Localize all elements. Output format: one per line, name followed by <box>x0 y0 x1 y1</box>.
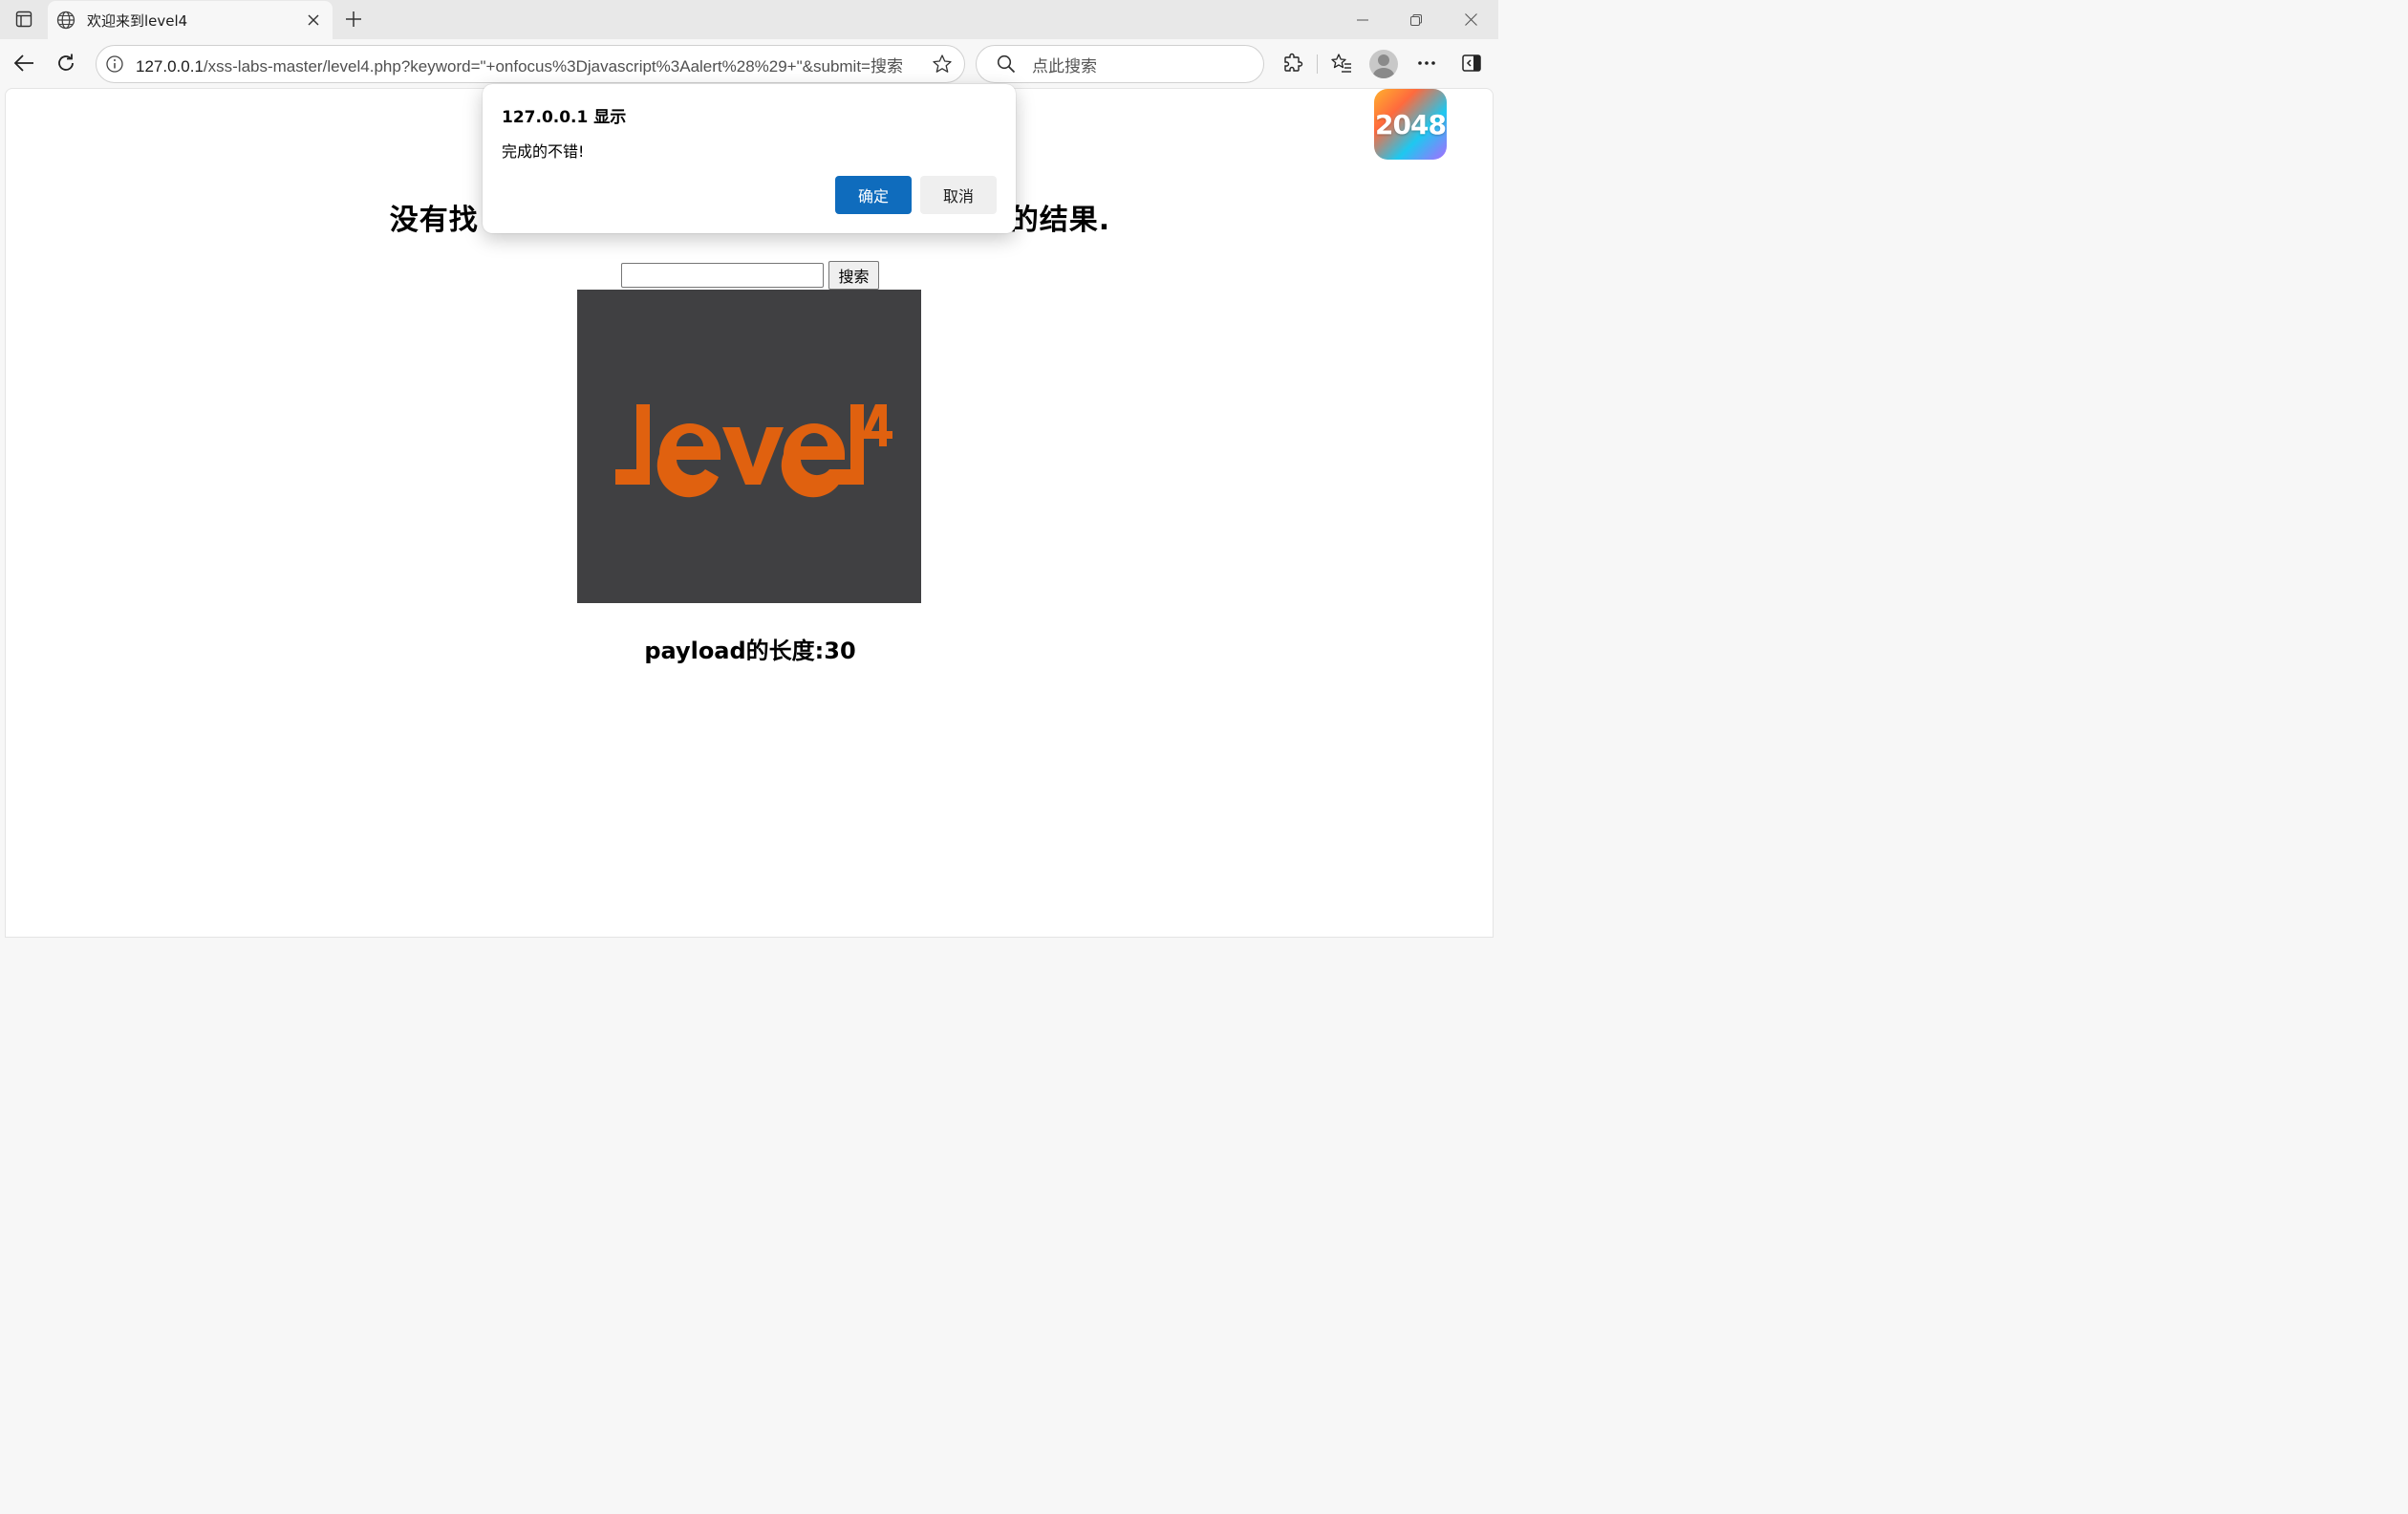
close-tab-icon[interactable] <box>302 9 325 32</box>
close-window-button[interactable] <box>1444 0 1497 39</box>
search-placeholder: 点此搜索 <box>1032 56 1097 76</box>
level4-logo-image: level <box>577 290 921 603</box>
restore-button[interactable] <box>1389 0 1443 39</box>
favorites-button[interactable] <box>1325 47 1358 79</box>
close-window-icon <box>1464 13 1477 26</box>
tab-strip: 欢迎来到level4 <box>0 0 1498 39</box>
tab-actions-icon <box>15 11 32 28</box>
tab-actions-button[interactable] <box>8 6 40 32</box>
minimize-button[interactable] <box>1336 0 1389 39</box>
tab-title: 欢迎来到level4 <box>87 11 188 30</box>
globe-icon <box>56 11 75 30</box>
dialog-message: 完成的不错! <box>502 142 585 161</box>
restore-icon <box>1410 13 1422 26</box>
refresh-button[interactable] <box>50 47 82 79</box>
puzzle-icon <box>1284 53 1303 72</box>
plus-icon <box>346 11 361 27</box>
dialog-title: 127.0.0.1 显示 <box>502 108 627 127</box>
submit-search-button[interactable]: 搜索 <box>828 261 879 290</box>
back-button[interactable] <box>8 47 40 79</box>
svg-text:level: level <box>577 290 613 293</box>
profile-avatar[interactable] <box>1369 50 1398 78</box>
badge-text: 2048 <box>1375 108 1447 141</box>
game-2048-extension-badge[interactable]: 2048 <box>1374 89 1447 160</box>
back-arrow-icon <box>13 54 33 72</box>
dialog-cancel-button[interactable]: 取消 <box>920 176 997 214</box>
browser-toolbar: 127.0.0.1/xss-labs-master/level4.php?key… <box>0 39 1498 88</box>
heading-right-text: 的结果. <box>1009 204 1111 237</box>
favorite-star-icon[interactable] <box>928 50 957 78</box>
search-form: 搜索 <box>6 261 1493 290</box>
url-text[interactable]: 127.0.0.1/xss-labs-master/level4.php?key… <box>136 53 928 76</box>
level4-logo-graphic: level <box>577 290 892 498</box>
dialog-ok-button[interactable]: 确定 <box>835 176 912 214</box>
site-info-icon[interactable] <box>105 54 124 74</box>
payload-length-text: payload的长度:30 <box>644 638 856 664</box>
alert-dialog: 127.0.0.1 显示 完成的不错! 确定 取消 <box>483 84 1016 233</box>
extensions-button[interactable] <box>1277 47 1309 79</box>
search-box[interactable]: 点此搜索 <box>976 45 1264 83</box>
tab-active[interactable]: 欢迎来到level4 <box>48 1 333 39</box>
sidebar-icon <box>1462 54 1481 72</box>
more-menu-button[interactable] <box>1410 47 1443 79</box>
favorites-icon <box>1331 54 1351 73</box>
keyword-input[interactable] <box>621 263 825 288</box>
url-host: 127.0.0.1 <box>136 56 204 76</box>
heading-left-text: 没有找 <box>389 204 479 237</box>
toolbar-divider <box>1317 54 1318 74</box>
minimize-icon <box>1357 19 1368 20</box>
search-icon <box>996 54 1017 75</box>
address-bar[interactable]: 127.0.0.1/xss-labs-master/level4.php?key… <box>96 45 965 83</box>
ellipsis-icon <box>1418 61 1435 65</box>
new-tab-button[interactable] <box>340 6 367 32</box>
refresh-icon <box>58 54 74 71</box>
url-path: /xss-labs-master/level4.php?keyword="+on… <box>203 56 903 76</box>
sidebar-toggle-button[interactable] <box>1455 47 1488 79</box>
